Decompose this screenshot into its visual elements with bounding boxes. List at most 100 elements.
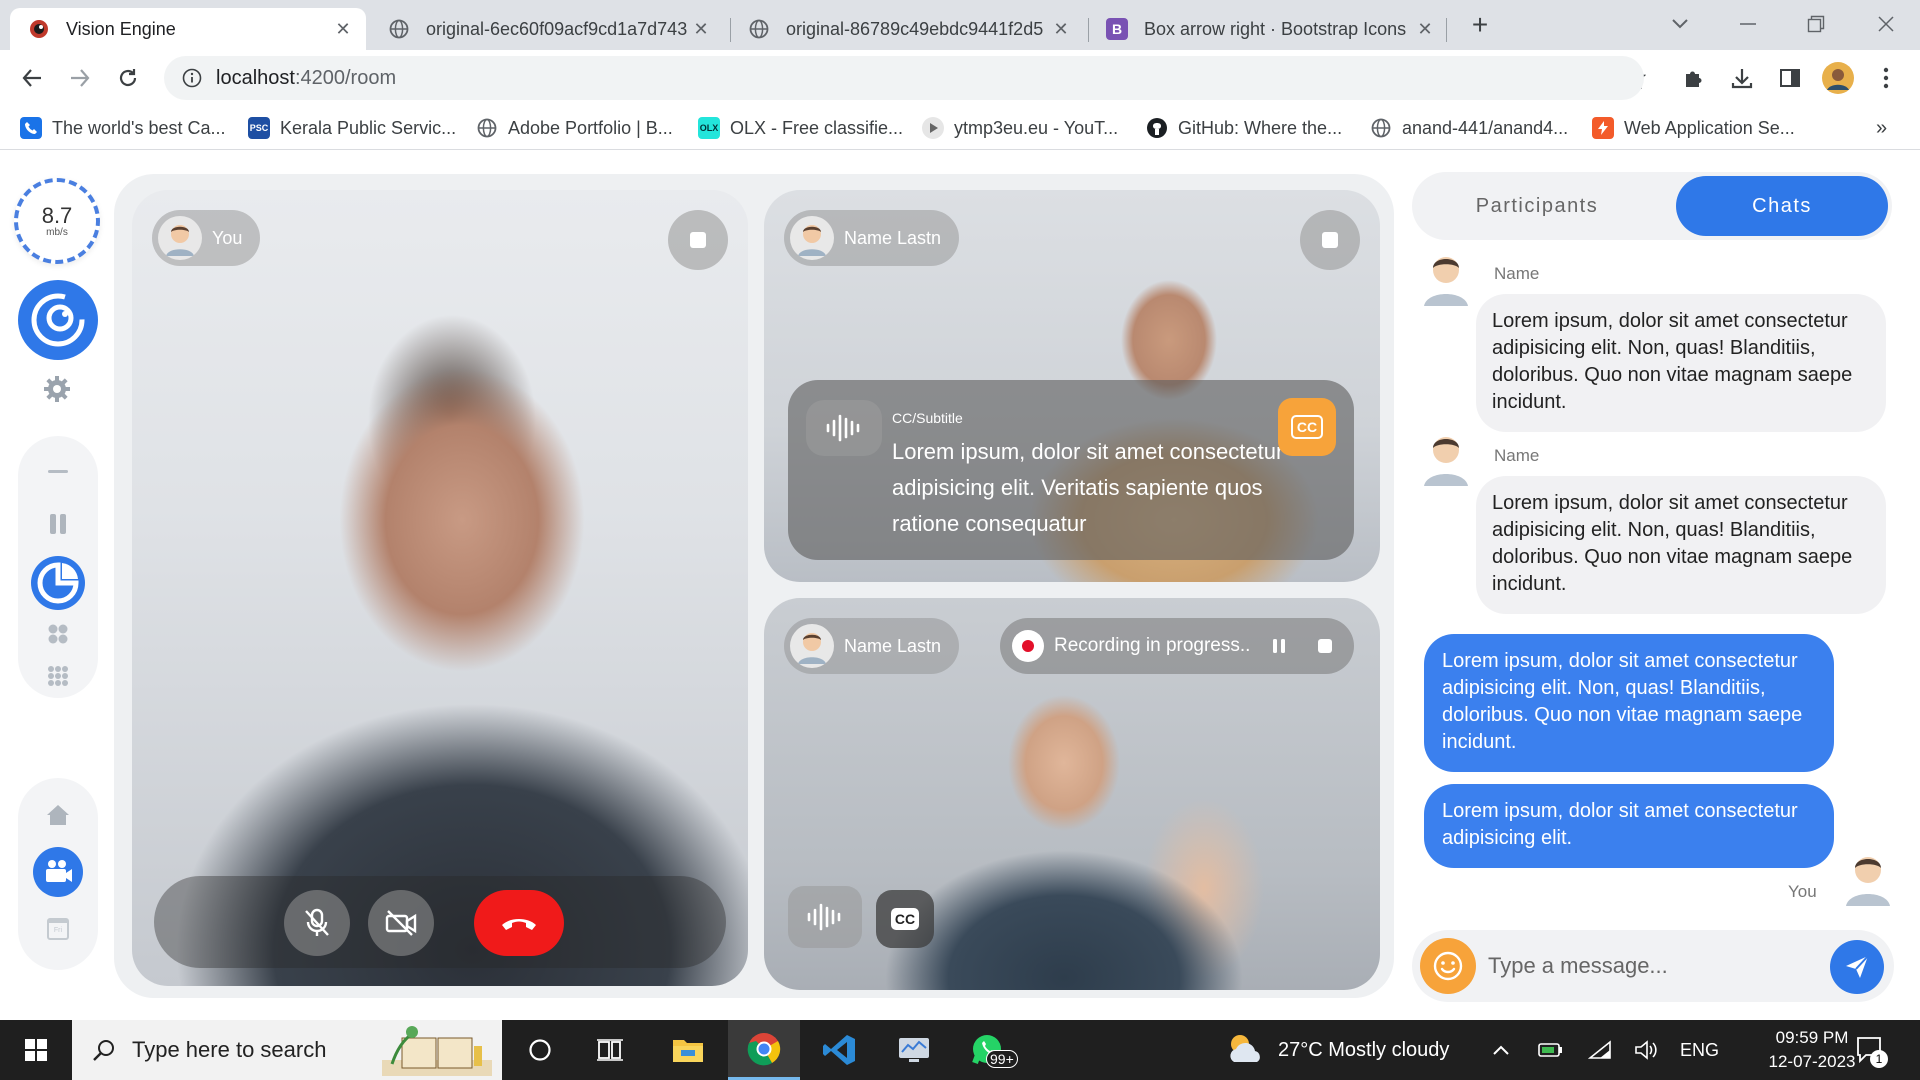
send-arrow-icon[interactable]	[1830, 940, 1884, 994]
grid-3x3-icon[interactable]	[18, 662, 98, 690]
reload-icon[interactable]	[112, 62, 144, 94]
url-text: localhost:4200/room	[216, 67, 396, 90]
bookmark-item[interactable]: PSC Kerala Public Servic...	[248, 114, 456, 142]
task-view-icon[interactable]	[574, 1020, 646, 1080]
calendar-day: Fri	[47, 918, 69, 940]
audio-waveform-icon[interactable]	[806, 400, 882, 456]
close-tab-icon[interactable]: ✕	[1414, 19, 1436, 40]
burp-suite-icon	[1592, 117, 1614, 139]
close-tab-icon[interactable]: ✕	[690, 19, 712, 40]
participant-name-chip: You	[152, 210, 261, 266]
navigation-group: Fri	[18, 778, 98, 970]
action-center-notification-icon[interactable]: 1	[1856, 1020, 1888, 1080]
volume-speaker-icon[interactable]	[1634, 1020, 1658, 1080]
video-tile-you[interactable]: You	[132, 190, 748, 986]
stop-square-icon[interactable]	[1300, 210, 1360, 270]
video-tile-participant-1[interactable]: Name Lastn CC/Subtitle Lorem ipsum, dolo…	[764, 190, 1380, 582]
bookmark-item[interactable]: GitHub: Where the...	[1146, 114, 1342, 142]
vision-engine-favicon-icon	[28, 18, 50, 40]
video-camera-icon[interactable]	[18, 846, 98, 898]
calendar-icon[interactable]: Fri	[18, 914, 98, 944]
new-tab-plus-icon[interactable]: +	[1466, 11, 1494, 40]
restore-icon[interactable]	[1796, 8, 1836, 40]
tab-vision-engine[interactable]: Vision Engine ✕	[10, 8, 366, 50]
chat-message-incoming: Lorem ipsum, dolor sit amet consectetur …	[1476, 294, 1886, 432]
forward-arrow-icon[interactable]	[64, 62, 96, 94]
windows-start-icon[interactable]	[0, 1020, 72, 1080]
bookmark-label: anand-441/anand4...	[1402, 117, 1569, 138]
tab-original-1[interactable]: original-6ec60f09acf9cd1a7d743 ✕	[370, 8, 724, 50]
minimize-dash-icon[interactable]	[18, 460, 98, 484]
bookmark-item[interactable]: The world's best Ca...	[20, 114, 226, 142]
weather-widget[interactable]: 27°C Mostly cloudy	[1224, 1020, 1449, 1080]
pause-recording-icon[interactable]	[1256, 623, 1302, 669]
file-explorer-folder-icon[interactable]	[652, 1020, 724, 1080]
video-grid: You Name Lastn CC/Subtitle Lorem ipsum, …	[114, 174, 1394, 998]
tab-chats[interactable]: Chats	[1676, 176, 1888, 236]
end-call-phone-icon[interactable]	[474, 890, 564, 956]
camera-off-icon[interactable]	[368, 890, 434, 956]
tab-bootstrap-icons[interactable]: B Box arrow right · Bootstrap Icons ✕	[1088, 8, 1448, 50]
bootstrap-favicon-icon: B	[1106, 18, 1128, 40]
settings-gear-icon[interactable]	[42, 374, 72, 409]
bookmark-label: The world's best Ca...	[52, 117, 226, 138]
bookmark-item[interactable]: Adobe Portfolio | B...	[476, 114, 673, 142]
chat-message-outgoing: Lorem ipsum, dolor sit amet consectetur …	[1424, 634, 1834, 772]
closed-caption-icon[interactable]: CC	[1278, 398, 1336, 456]
layout-pie-icon[interactable]	[18, 554, 98, 612]
input-language[interactable]: ENG	[1680, 1020, 1719, 1080]
back-arrow-icon[interactable]	[16, 62, 48, 94]
message-composer	[1412, 930, 1894, 1002]
profile-avatar[interactable]	[1822, 62, 1854, 94]
subtitle-label: CC/Subtitle	[892, 410, 963, 426]
cortana-circle-icon[interactable]	[504, 1020, 576, 1080]
close-window-icon[interactable]	[1866, 8, 1906, 40]
battery-charging-icon[interactable]	[1538, 1020, 1564, 1080]
vscode-icon[interactable]	[804, 1020, 876, 1080]
show-hidden-icons-chevron-icon[interactable]	[1492, 1020, 1510, 1080]
avatar	[1420, 428, 1472, 486]
side-panel-icon[interactable]	[1774, 62, 1806, 94]
taskbar-search-box[interactable]: Type here to search	[72, 1020, 502, 1080]
mute-microphone-icon[interactable]	[284, 890, 350, 956]
minimize-icon[interactable]	[1728, 8, 1768, 40]
url-path: :4200/room	[294, 66, 397, 89]
grid-2x2-icon[interactable]	[18, 620, 98, 648]
bookmark-item[interactable]: OLX OLX - Free classifie...	[698, 114, 903, 142]
download-icon[interactable]	[1726, 62, 1758, 94]
message-input[interactable]	[1488, 944, 1808, 988]
browser-tab-strip: Vision Engine ✕ original-6ec60f09acf9cd1…	[0, 0, 1920, 50]
site-info-icon[interactable]	[182, 68, 202, 88]
tab-search-chevron-icon[interactable]	[1660, 8, 1700, 40]
tab-original-2[interactable]: original-86789c49ebdc9441f2d5 ✕	[730, 8, 1084, 50]
bookmark-item[interactable]: Web Application Se...	[1592, 114, 1795, 142]
more-bookmarks-chevron-icon[interactable]: »	[1876, 114, 1887, 142]
close-tab-icon[interactable]: ✕	[332, 19, 354, 40]
whatsapp-icon[interactable]: 99+	[952, 1020, 1024, 1080]
video-tile-participant-2[interactable]: Name Lastn Recording in progress.. CC	[764, 598, 1380, 990]
audio-waveform-icon[interactable]	[788, 886, 862, 948]
close-tab-icon[interactable]: ✕	[1050, 19, 1072, 40]
chrome-menu-kebab-icon[interactable]	[1870, 62, 1902, 94]
avatar	[1842, 848, 1894, 906]
bookmark-item[interactable]: anand-441/anand4...	[1370, 114, 1568, 142]
stop-recording-icon[interactable]	[1302, 623, 1348, 669]
wifi-icon[interactable]	[1588, 1020, 1612, 1080]
bookmark-item[interactable]: ytmp3eu.eu - YouT...	[922, 114, 1118, 142]
network-monitor-icon[interactable]	[878, 1020, 950, 1080]
speed-value: 8.7	[41, 202, 73, 228]
stop-square-icon[interactable]	[668, 210, 728, 270]
chrome-taskbar-icon[interactable]	[728, 1020, 800, 1080]
emoji-smile-icon[interactable]	[1420, 938, 1476, 994]
system-clock[interactable]: 09:59 PM 12-07-2023	[1752, 1020, 1872, 1080]
vision-engine-logo-icon[interactable]	[18, 280, 98, 360]
kerala-psc-icon: PSC	[248, 117, 270, 139]
pause-icon[interactable]	[18, 510, 98, 538]
participant-name-chip: Name Lastn	[784, 618, 960, 674]
home-icon[interactable]	[18, 800, 98, 830]
closed-caption-icon[interactable]: CC	[876, 890, 934, 948]
extensions-puzzle-icon[interactable]	[1678, 62, 1710, 94]
tab-participants[interactable]: Participants	[1432, 176, 1642, 236]
partly-cloudy-weather-icon	[1224, 1032, 1268, 1068]
address-bar[interactable]: localhost:4200/room	[164, 56, 1644, 100]
